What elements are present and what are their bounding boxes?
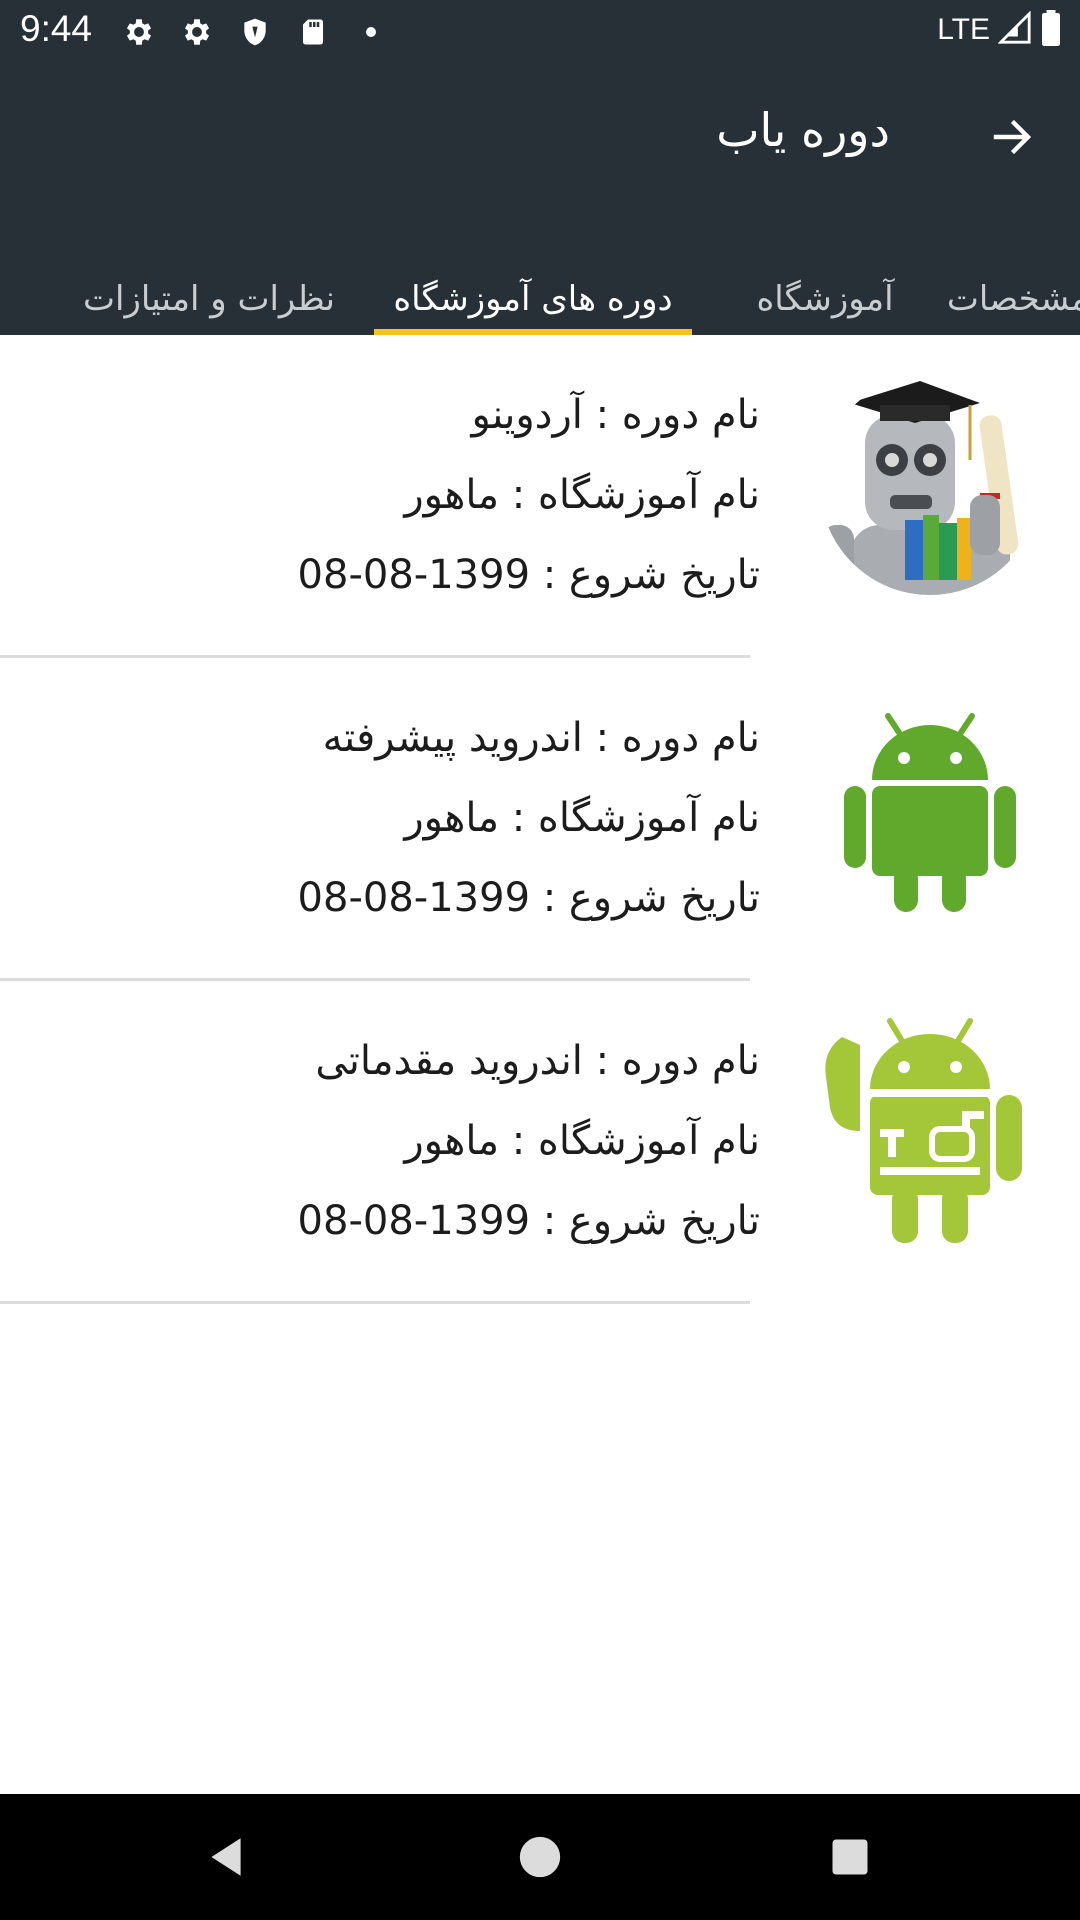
tab-label: نظرات و امتیازات — [83, 279, 336, 319]
course-list: نام دوره : آردوینو نام آموزشگاه : ماهور … — [0, 335, 1080, 1304]
nav-back-button[interactable] — [196, 1827, 256, 1887]
course-name: نام دوره : آردوینو — [471, 392, 760, 438]
status-bar: 9:44 LTE — [0, 0, 1080, 63]
course-name: نام دوره : اندروید پیشرفته — [322, 715, 760, 761]
divider — [0, 1301, 750, 1304]
course-details: نام دوره : اندروید مقدماتی نام آموزشگاه … — [298, 1021, 760, 1261]
tab-label: مشخصات — [946, 279, 1080, 319]
tab-institute[interactable]: آموزشگاه — [740, 263, 910, 335]
status-time: 9:44 — [20, 8, 93, 49]
network-type: LTE — [937, 13, 990, 46]
screen: 9:44 LTE دوره یاب مشخصات آموزشگاه دوره ه… — [0, 0, 1080, 1920]
shield-icon — [236, 13, 274, 51]
settings-icon — [178, 13, 216, 51]
tab-reviews-ratings[interactable]: نظرات و امتیازات — [64, 263, 354, 335]
tab-label: آموزشگاه — [756, 279, 894, 319]
battery-icon — [1040, 10, 1062, 50]
course-list-item[interactable]: نام دوره : اندروید پیشرفته نام آموزشگاه … — [0, 658, 1080, 981]
course-details: نام دوره : اندروید پیشرفته نام آموزشگاه … — [298, 698, 760, 938]
robot-graduate-image — [820, 375, 1040, 595]
institute-name: نام آموزشگاه : ماهور — [404, 472, 760, 518]
course-list-item[interactable]: نام دوره : اندروید مقدماتی نام آموزشگاه … — [0, 981, 1080, 1304]
signal-icon — [997, 10, 1032, 49]
app-bar: دوره یاب مشخصات آموزشگاه دوره های آموزشگ… — [0, 63, 1080, 335]
tab-institute-courses[interactable]: دوره های آموزشگاه — [374, 263, 692, 335]
android-robot-image — [820, 698, 1040, 918]
nav-home-button[interactable] — [510, 1827, 570, 1887]
back-button[interactable] — [984, 109, 1040, 165]
start-date: تاریخ شروع : 1399-08-08 — [297, 1198, 760, 1244]
course-name: نام دوره : اندروید مقدماتی — [315, 1038, 760, 1084]
recents-square-icon — [832, 1839, 868, 1875]
start-date: تاریخ شروع : 1399-08-08 — [297, 552, 760, 598]
home-circle-icon — [519, 1836, 561, 1878]
settings-icon — [120, 13, 158, 51]
tab-bar: مشخصات آموزشگاه دوره های آموزشگاه نظرات … — [0, 263, 1080, 335]
dot-icon — [352, 13, 390, 51]
arrow-right-icon — [993, 119, 1032, 155]
start-date: تاریخ شروع : 1399-08-08 — [297, 875, 760, 921]
institute-name: نام آموزشگاه : ماهور — [404, 795, 760, 841]
course-list-item[interactable]: نام دوره : آردوینو نام آموزشگاه : ماهور … — [0, 335, 1080, 658]
institute-name: نام آموزشگاه : ماهور — [404, 1118, 760, 1164]
course-details: نام دوره : آردوینو نام آموزشگاه : ماهور … — [298, 375, 760, 615]
sd-card-icon — [294, 13, 332, 51]
status-notification-icons — [120, 13, 390, 51]
tab-label: دوره های آموزشگاه — [393, 279, 673, 319]
status-system-icons: LTE — [937, 10, 1062, 50]
page-title: دوره یاب — [716, 103, 890, 157]
back-triangle-icon — [211, 1838, 241, 1876]
system-nav-bar — [0, 1794, 1080, 1920]
tab-specifications[interactable]: مشخصات — [947, 263, 1080, 335]
android-tools-image — [820, 1018, 1040, 1243]
nav-recents-button[interactable] — [820, 1827, 880, 1887]
